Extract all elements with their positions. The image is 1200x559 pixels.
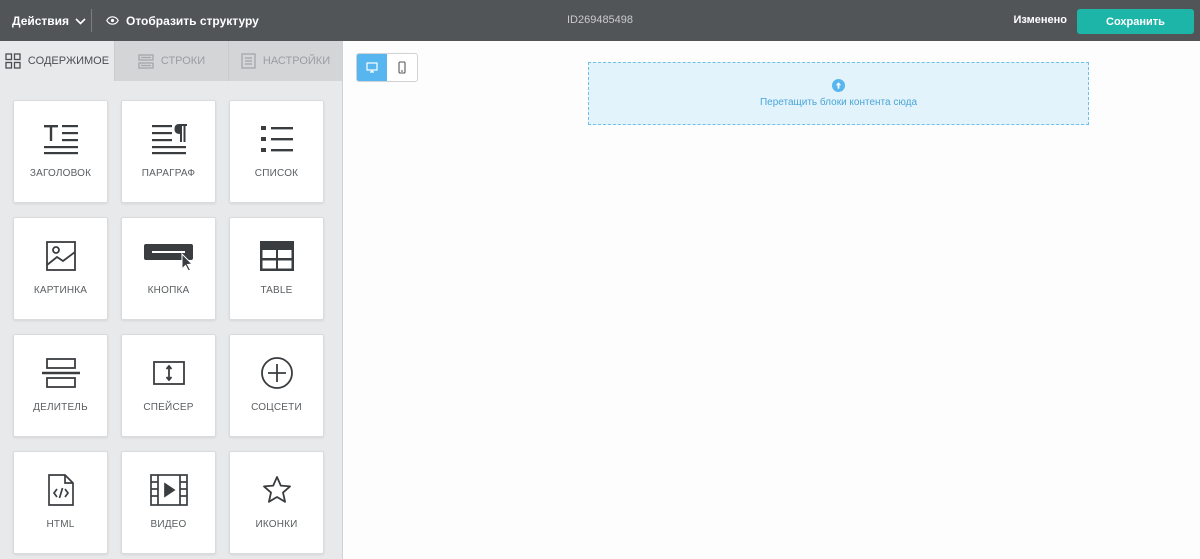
tab-settings[interactable]: НАСТРОЙКИ (228, 41, 342, 81)
save-button[interactable]: Сохранить (1077, 9, 1194, 34)
block-table-label: TABLE (260, 285, 293, 296)
eye-icon (106, 16, 119, 25)
arrow-up-circle-icon (832, 79, 845, 92)
star-icon (230, 470, 323, 510)
tab-content[interactable]: СОДЕРЖИМОЕ (0, 41, 114, 81)
grid-icon (5, 53, 21, 69)
block-heading[interactable]: ЗАГОЛОВОК (13, 100, 108, 203)
actions-dropdown[interactable]: Действия (12, 0, 86, 41)
actions-label: Действия (12, 13, 70, 28)
content-sidebar: СОДЕРЖИМОЕ СТРОКИ НАСТРОЙКИ ЗАГОЛОВОК ПА… (0, 41, 343, 559)
block-icons-label: ИКОНКИ (255, 519, 298, 530)
spacer-icon (122, 353, 215, 393)
device-toggle (356, 53, 418, 82)
block-social[interactable]: СОЦСЕТИ (229, 334, 324, 437)
block-divider[interactable]: ДЕЛИТЕЛЬ (13, 334, 108, 437)
block-table[interactable]: TABLE (229, 217, 324, 320)
divider-icon (14, 353, 107, 393)
tab-rows-label: СТРОКИ (160, 55, 206, 67)
block-divider-label: ДЕЛИТЕЛЬ (33, 402, 88, 413)
block-video[interactable]: ВИДЕО (121, 451, 216, 554)
chevron-down-icon (75, 14, 86, 28)
tab-content-label: СОДЕРЖИМОЕ (27, 55, 110, 67)
heading-icon (14, 119, 107, 159)
table-icon (230, 236, 323, 276)
button-icon (122, 236, 215, 276)
block-icons[interactable]: ИКОНКИ (229, 451, 324, 554)
desktop-icon (366, 62, 378, 73)
editor-canvas: Перетащить блоки контента сюда (344, 41, 1200, 559)
mobile-view-button[interactable] (387, 54, 417, 81)
block-paragraph[interactable]: ПАРАГРАФ (121, 100, 216, 203)
save-status: Изменено (1013, 14, 1067, 26)
mobile-icon (398, 61, 406, 74)
tab-rows[interactable]: СТРОКИ (114, 41, 228, 81)
image-icon (14, 236, 107, 276)
list-icon (230, 119, 323, 159)
settings-page-icon (241, 53, 256, 69)
block-spacer[interactable]: СПЕЙСЕР (121, 334, 216, 437)
desktop-view-button[interactable] (357, 54, 387, 81)
content-blocks-grid: ЗАГОЛОВОК ПАРАГРАФ СПИСОК КАРТИНКА КНОПК… (13, 100, 325, 554)
block-paragraph-label: ПАРАГРАФ (141, 168, 196, 179)
tab-settings-label: НАСТРОЙКИ (262, 55, 331, 67)
paragraph-icon (122, 119, 215, 159)
rows-icon (138, 53, 154, 69)
show-structure-label: Отобразить структуру (126, 13, 259, 28)
block-image[interactable]: КАРТИНКА (13, 217, 108, 320)
content-dropzone[interactable]: Перетащить блоки контента сюда (588, 62, 1089, 125)
block-button-label: КНОПКА (147, 285, 190, 296)
block-video-label: ВИДЕО (150, 519, 187, 530)
sidebar-tabs: СОДЕРЖИМОЕ СТРОКИ НАСТРОЙКИ (0, 41, 342, 81)
block-list[interactable]: СПИСОК (229, 100, 324, 203)
block-image-label: КАРТИНКА (33, 285, 88, 296)
block-spacer-label: СПЕЙСЕР (143, 402, 194, 413)
video-icon (122, 470, 215, 510)
block-list-label: СПИСОК (254, 168, 299, 179)
block-button[interactable]: КНОПКА (121, 217, 216, 320)
divider (91, 9, 92, 32)
html-file-icon (14, 470, 107, 510)
social-plus-icon (230, 353, 323, 393)
block-social-label: СОЦСЕТИ (251, 402, 302, 413)
dropzone-text: Перетащить блоки контента сюда (759, 97, 918, 108)
top-bar: Действия Отобразить структуру ID26948549… (0, 0, 1200, 41)
block-html-label: HTML (46, 519, 75, 530)
block-heading-label: ЗАГОЛОВОК (29, 168, 92, 179)
show-structure-button[interactable]: Отобразить структуру (106, 0, 259, 41)
block-html[interactable]: HTML (13, 451, 108, 554)
